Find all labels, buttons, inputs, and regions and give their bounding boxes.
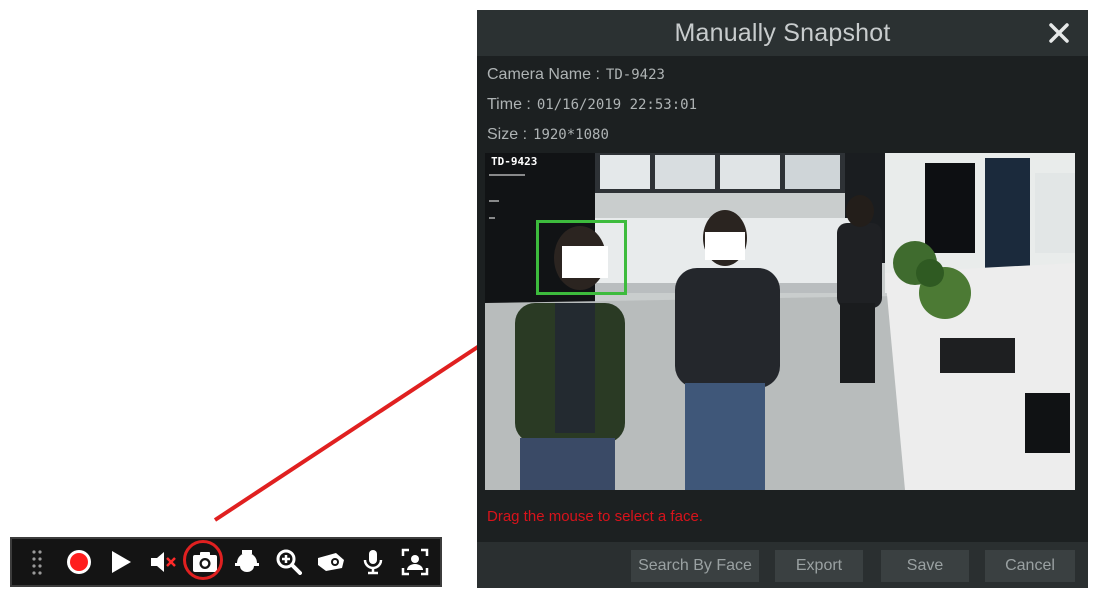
- camera-name-value: TD-9423: [605, 67, 665, 83]
- snapshot-image[interactable]: TD-9423: [485, 153, 1075, 490]
- live-view-toolbar: [10, 537, 442, 587]
- size-label: Size :: [487, 126, 528, 143]
- dialog-header: Manually Snapshot: [477, 10, 1088, 56]
- microphone-icon[interactable]: [355, 544, 391, 580]
- camera-name-label: Camera Name :: [487, 66, 600, 83]
- snapshot-scene: [485, 153, 1075, 490]
- close-button[interactable]: [1042, 16, 1076, 50]
- time-row: Time : 01/16/2019 22:53:01: [487, 96, 697, 114]
- manual-snapshot-dialog: Manually Snapshot Camera Name : TD-9423 T…: [477, 10, 1088, 588]
- 3d-zoom-icon[interactable]: [313, 544, 349, 580]
- drag-handle-icon[interactable]: [19, 544, 55, 580]
- ptz-dome-icon[interactable]: [229, 544, 265, 580]
- snapshot-icon[interactable]: [183, 540, 223, 580]
- dialog-title: Manually Snapshot: [674, 18, 891, 47]
- record-icon[interactable]: [61, 544, 97, 580]
- close-icon: [1049, 23, 1069, 43]
- face-detect-icon[interactable]: [397, 544, 433, 580]
- size-value: 1920*1080: [533, 127, 609, 143]
- time-value: 01/16/2019 22:53:01: [536, 97, 698, 113]
- search-by-face-button[interactable]: Search By Face: [631, 550, 759, 582]
- size-row: Size : 1920*1080: [487, 126, 609, 144]
- mute-icon[interactable]: [145, 544, 181, 580]
- camera-name-row: Camera Name : TD-9423: [487, 66, 665, 84]
- camera-overlay-label: TD-9423: [491, 155, 538, 168]
- face-select-hint: Drag the mouse to select a face.: [487, 508, 703, 525]
- play-icon[interactable]: [103, 544, 139, 580]
- cancel-button[interactable]: Cancel: [985, 550, 1075, 582]
- face-selection-box[interactable]: [536, 220, 627, 295]
- zoom-in-icon[interactable]: [271, 544, 307, 580]
- export-button[interactable]: Export: [775, 550, 863, 582]
- dialog-footer: Search By Face Export Save Cancel: [477, 542, 1088, 588]
- save-button[interactable]: Save: [881, 550, 969, 582]
- time-label: Time :: [487, 96, 531, 113]
